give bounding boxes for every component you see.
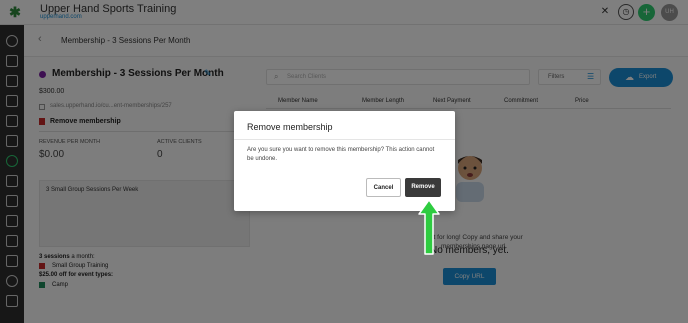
dialog-divider [234, 139, 455, 140]
dialog-message: Are you sure you want to remove this mem… [247, 147, 435, 162]
cancel-label: Cancel [373, 185, 394, 191]
remove-label: Remove [411, 184, 435, 190]
cancel-button[interactable]: Cancel [366, 178, 401, 197]
dialog-title: Remove membership [247, 122, 333, 132]
remove-button[interactable]: Remove [405, 178, 441, 197]
arrow-up-icon [418, 199, 440, 255]
